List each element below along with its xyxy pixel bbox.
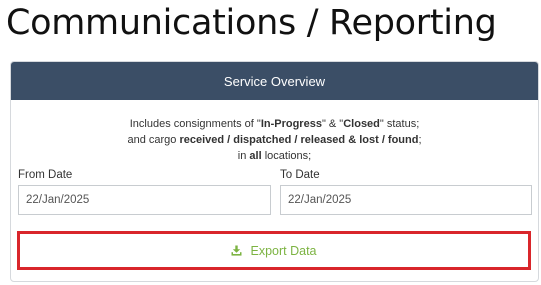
description-line-2: and cargo received / dispatched / releas… [11, 132, 538, 148]
status-closed: Closed [343, 118, 380, 130]
locations-all: all [249, 150, 262, 162]
export-data-button[interactable]: Export Data [17, 231, 531, 270]
export-data-label: Export Data [250, 243, 317, 258]
desc-text: and cargo [127, 134, 180, 146]
cargo-types: received / dispatched / released & lost … [179, 134, 419, 146]
from-date-label: From Date [18, 169, 73, 181]
desc-text: ; [418, 134, 422, 146]
description-line-1: Includes consignments of "In-Progress" &… [11, 116, 538, 132]
status-in-progress: In-Progress [260, 118, 322, 130]
from-date-input[interactable] [18, 185, 271, 215]
desc-text: in [237, 150, 250, 162]
to-date-input[interactable] [280, 185, 532, 215]
download-icon [231, 245, 242, 256]
page-title: Communications / Reporting [6, 3, 497, 43]
description-line-3: in all locations; [11, 148, 538, 164]
description: Includes consignments of "In-Progress" &… [11, 116, 538, 164]
panel-body: Includes consignments of "In-Progress" &… [11, 100, 538, 282]
desc-text: " status; [379, 118, 420, 130]
desc-text: locations; [261, 150, 312, 162]
desc-text: Includes consignments of " [129, 118, 261, 130]
service-overview-panel: Service Overview Includes consignments o… [10, 61, 539, 282]
panel-header: Service Overview [11, 62, 538, 100]
to-date-label: To Date [280, 169, 320, 181]
desc-text: " & " [321, 118, 344, 130]
